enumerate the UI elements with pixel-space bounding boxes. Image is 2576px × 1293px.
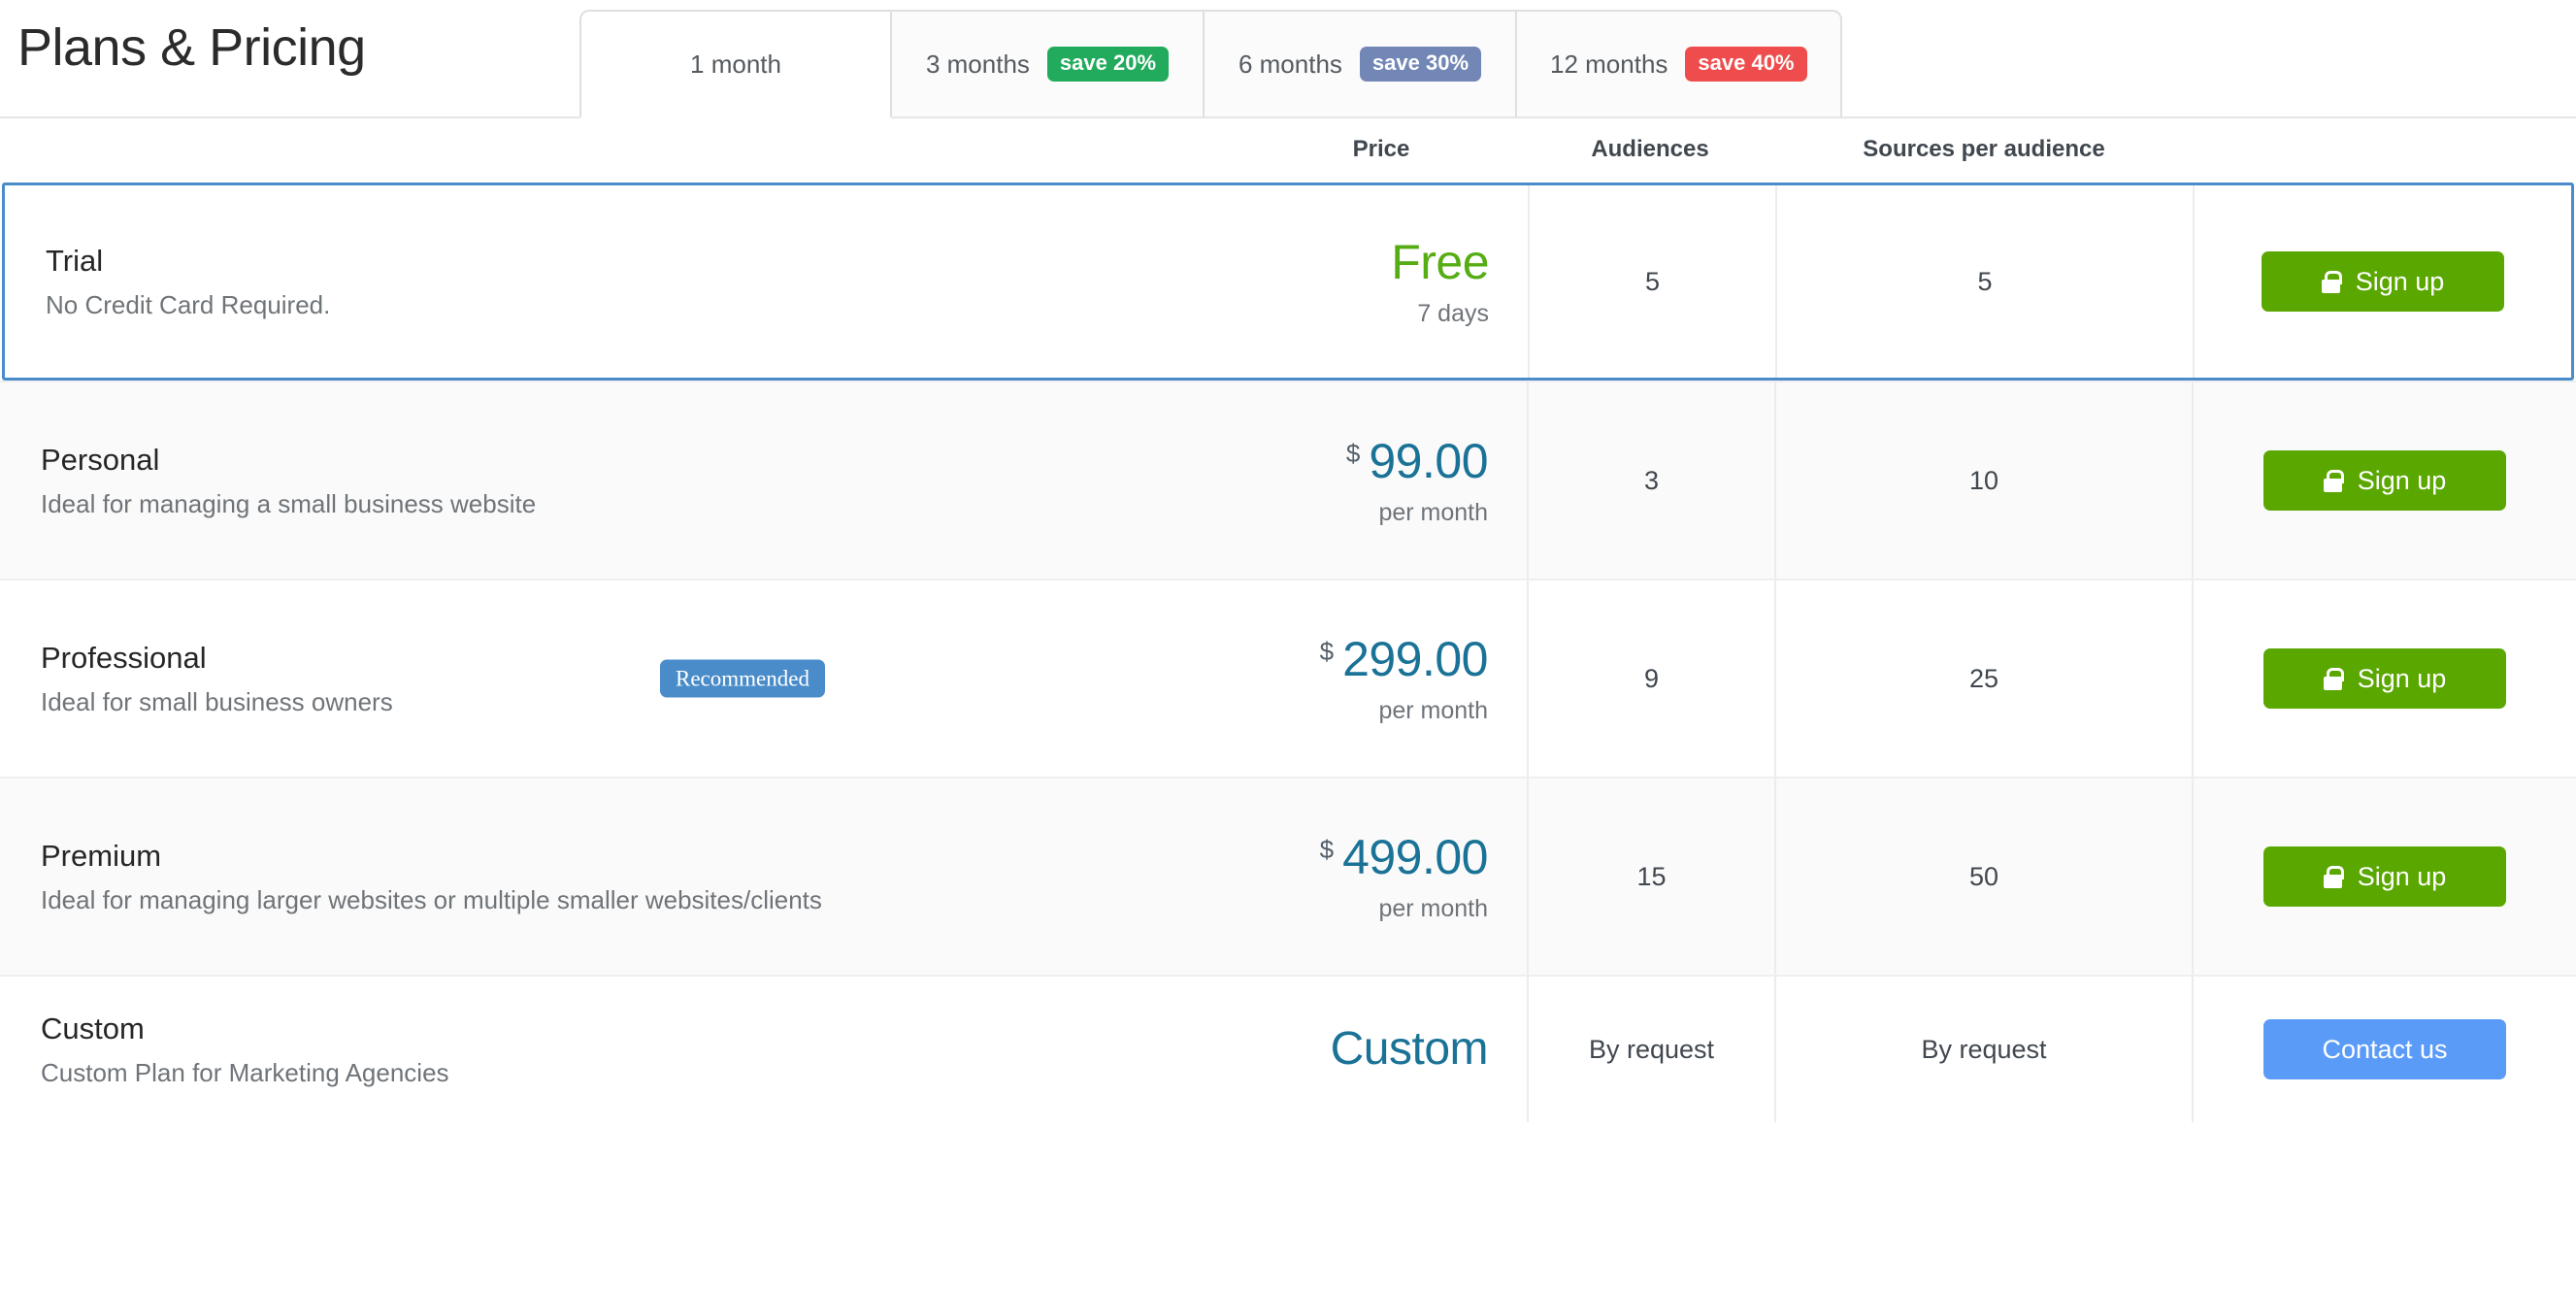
- sources-cell: 10: [1774, 382, 2192, 579]
- plan-price-cell: $ 99.00 per month: [886, 382, 1527, 579]
- sign-up-label: Sign up: [2357, 861, 2447, 891]
- audiences-cell: 15: [1527, 779, 1774, 975]
- price-amount: Free: [1391, 234, 1489, 289]
- table-row[interactable]: Custom Custom Plan for Marketing Agencie…: [0, 975, 2576, 1122]
- page-header: Plans & Pricing 1 month 3 months save 20…: [0, 0, 2576, 118]
- save-badge: save 30%: [1359, 47, 1482, 82]
- audiences-cell: 5: [1528, 185, 1775, 378]
- plan-info-cell: Personal Ideal for managing a small busi…: [0, 382, 1527, 579]
- price-main: Custom: [1330, 1023, 1489, 1075]
- pricing-table: Price Audiences Sources per audience Tri…: [0, 118, 2576, 1122]
- table-column-headers: Price Audiences Sources per audience: [0, 118, 2576, 182]
- save-badge: save 20%: [1046, 47, 1170, 82]
- tab-label: 3 months: [925, 49, 1030, 79]
- plan-price-cell: Free 7 days: [887, 185, 1528, 378]
- billing-period-tabs: 1 month 3 months save 20% 6 months save …: [579, 10, 1842, 118]
- price-amount: 299.00: [1342, 631, 1488, 686]
- save-badge: save 40%: [1685, 47, 1807, 82]
- price-period: per month: [1378, 894, 1488, 922]
- price-period: 7 days: [1417, 299, 1489, 327]
- contact-us-label: Contact us: [2322, 1034, 2448, 1064]
- action-cell: Sign up: [2192, 382, 2576, 579]
- audiences-cell: 3: [1527, 382, 1774, 579]
- lock-icon: [2321, 270, 2343, 293]
- page-title: Plans & Pricing: [17, 18, 366, 77]
- sign-up-button[interactable]: Sign up: [2262, 251, 2504, 312]
- sign-up-label: Sign up: [2357, 663, 2447, 693]
- action-cell: Sign up: [2192, 580, 2576, 777]
- price-amount: Custom: [1330, 1023, 1489, 1075]
- audiences-cell: 9: [1527, 580, 1774, 777]
- sign-up-label: Sign up: [2355, 266, 2445, 296]
- price-currency: $: [1319, 636, 1335, 666]
- sources-cell: By request: [1774, 977, 2192, 1122]
- tab-6-months[interactable]: 6 months save 30%: [1205, 10, 1517, 118]
- audiences-cell: By request: [1527, 977, 1774, 1122]
- price-amount: 499.00: [1342, 829, 1488, 884]
- sign-up-label: Sign up: [2357, 465, 2447, 495]
- plan-info-cell: Professional Ideal for small business ow…: [0, 580, 1527, 777]
- table-row[interactable]: Premium Ideal for managing larger websit…: [0, 777, 2576, 975]
- column-header-sources: Sources per audience: [1863, 136, 2105, 162]
- plan-info-cell: Custom Custom Plan for Marketing Agencie…: [0, 977, 1527, 1122]
- sources-cell: 25: [1774, 580, 2192, 777]
- sources-cell: 5: [1775, 185, 2193, 378]
- action-cell: Sign up: [2193, 185, 2571, 378]
- price-currency: $: [1345, 438, 1361, 468]
- contact-us-button[interactable]: Contact us: [2263, 1019, 2506, 1079]
- price-main: Free: [1391, 238, 1489, 286]
- table-rows: Trial No Credit Card Required. Free 7 da…: [0, 182, 2576, 1122]
- lock-icon: [2323, 667, 2345, 690]
- tab-1-month[interactable]: 1 month: [579, 10, 892, 118]
- tab-label: 6 months: [1238, 49, 1342, 79]
- lock-icon: [2323, 865, 2345, 888]
- sign-up-button[interactable]: Sign up: [2263, 846, 2506, 907]
- sources-cell: 50: [1774, 779, 2192, 975]
- tab-label: 12 months: [1550, 49, 1668, 79]
- price-period: per month: [1378, 498, 1488, 526]
- price-currency: $: [1319, 834, 1335, 864]
- tab-label: 1 month: [690, 49, 781, 79]
- sign-up-button[interactable]: Sign up: [2263, 450, 2506, 511]
- action-cell: Contact us: [2192, 977, 2576, 1122]
- price-main: $ 299.00: [1319, 631, 1489, 686]
- table-row[interactable]: Personal Ideal for managing a small busi…: [0, 381, 2576, 579]
- action-cell: Sign up: [2192, 779, 2576, 975]
- price-amount: 99.00: [1369, 433, 1488, 488]
- plan-price-cell: Custom: [886, 977, 1527, 1122]
- plan-price-cell: $ 499.00 per month: [886, 779, 1527, 975]
- table-row[interactable]: Professional Ideal for small business ow…: [0, 579, 2576, 777]
- tab-3-months[interactable]: 3 months save 20%: [892, 10, 1205, 118]
- column-header-price: Price: [1352, 136, 1410, 162]
- plan-info-cell: Trial No Credit Card Required. Free 7 da…: [5, 185, 1528, 378]
- table-row[interactable]: Trial No Credit Card Required. Free 7 da…: [2, 182, 2574, 381]
- column-header-audiences: Audiences: [1591, 136, 1709, 162]
- plan-price-cell: $ 299.00 per month: [886, 580, 1527, 777]
- plan-info-cell: Premium Ideal for managing larger websit…: [0, 779, 1527, 975]
- price-main: $ 499.00: [1319, 829, 1489, 884]
- price-period: per month: [1378, 696, 1488, 724]
- price-main: $ 99.00: [1345, 433, 1489, 488]
- recommended-badge: Recommended: [660, 659, 825, 698]
- tab-12-months[interactable]: 12 months save 40%: [1517, 10, 1842, 118]
- lock-icon: [2323, 469, 2345, 492]
- sign-up-button[interactable]: Sign up: [2263, 648, 2506, 709]
